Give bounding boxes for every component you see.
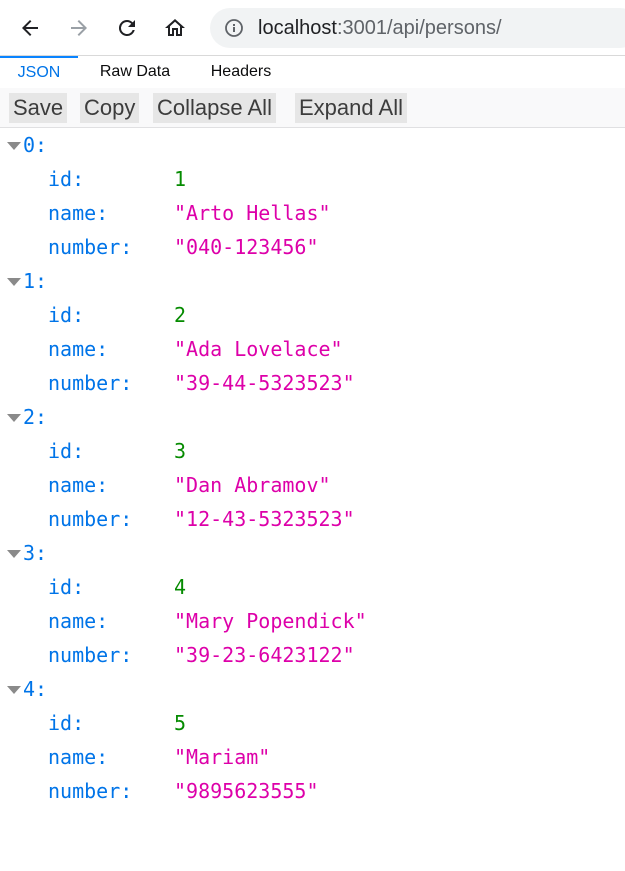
array-index: 4: bbox=[23, 677, 48, 701]
url-path: :3001/api/persons/ bbox=[336, 17, 502, 39]
key-name: name: bbox=[48, 201, 109, 225]
value-name: "Dan Abramov" bbox=[174, 473, 331, 497]
value-id: 3 bbox=[174, 439, 187, 463]
value-number: "040-123456" bbox=[174, 235, 319, 259]
value-number: "9895623555" bbox=[174, 779, 319, 803]
collapse-triangle-icon[interactable] bbox=[7, 142, 21, 150]
forward-arrow-icon bbox=[71, 20, 87, 36]
value-name: "Ada Lovelace" bbox=[174, 337, 343, 361]
key-id: id: bbox=[48, 167, 85, 191]
key-id: id: bbox=[48, 711, 85, 735]
key-name: name: bbox=[48, 473, 109, 497]
info-icon[interactable] bbox=[224, 18, 244, 38]
collapse-triangle-icon[interactable] bbox=[7, 278, 21, 286]
value-id: 5 bbox=[174, 711, 187, 735]
collapse-triangle-icon[interactable] bbox=[7, 686, 21, 694]
array-index: 2: bbox=[23, 405, 48, 429]
reload-icon bbox=[118, 19, 135, 36]
address-bar[interactable]: localhost:3001/api/persons/ bbox=[210, 8, 625, 48]
collapse-all-button[interactable]: Collapse All bbox=[153, 93, 276, 123]
back-button[interactable] bbox=[12, 10, 48, 46]
value-id: 1 bbox=[174, 167, 187, 191]
reload-button[interactable] bbox=[109, 10, 145, 46]
key-number: number: bbox=[48, 235, 133, 259]
tab-json[interactable]: JSON bbox=[0, 56, 78, 87]
viewer-tabs: JSON Raw Data Headers bbox=[0, 56, 625, 88]
key-id: id: bbox=[48, 575, 85, 599]
collapse-triangle-icon[interactable] bbox=[7, 414, 21, 422]
value-name: "Arto Hellas" bbox=[174, 201, 331, 225]
array-index: 1: bbox=[23, 269, 48, 293]
value-name: "Mariam" bbox=[174, 745, 271, 769]
key-name: name: bbox=[48, 337, 109, 361]
key-number: number: bbox=[48, 779, 133, 803]
value-number: "39-44-5323523" bbox=[174, 371, 355, 395]
value-number: "39-23-6423122" bbox=[174, 643, 355, 667]
array-index: 3: bbox=[23, 541, 48, 565]
value-id: 4 bbox=[174, 575, 187, 599]
key-number: number: bbox=[48, 643, 133, 667]
home-button[interactable] bbox=[157, 10, 193, 46]
key-id: id: bbox=[48, 439, 85, 463]
value-name: "Mary Popendick" bbox=[174, 609, 367, 633]
key-number: number: bbox=[48, 507, 133, 531]
array-index: 0: bbox=[23, 133, 48, 157]
browser-toolbar: localhost:3001/api/persons/ bbox=[0, 0, 625, 56]
home-icon bbox=[165, 19, 185, 36]
key-number: number: bbox=[48, 371, 133, 395]
collapse-triangle-icon[interactable] bbox=[7, 550, 21, 558]
expand-all-button[interactable]: Expand All bbox=[295, 93, 407, 123]
tab-raw-data[interactable]: Raw Data bbox=[84, 56, 186, 87]
value-id: 2 bbox=[174, 303, 187, 327]
save-button[interactable]: Save bbox=[9, 93, 68, 123]
key-id: id: bbox=[48, 303, 85, 327]
url-text: localhost:3001/api/persons/ bbox=[258, 17, 502, 39]
back-arrow-icon bbox=[22, 20, 38, 36]
forward-button[interactable] bbox=[61, 10, 97, 46]
json-toolbar: Save Copy Collapse All Expand All bbox=[0, 88, 625, 128]
key-name: name: bbox=[48, 745, 109, 769]
key-name: name: bbox=[48, 609, 109, 633]
url-host: localhost bbox=[258, 17, 337, 39]
value-number: "12-43-5323523" bbox=[174, 507, 355, 531]
tab-headers[interactable]: Headers bbox=[194, 56, 288, 87]
copy-button[interactable]: Copy bbox=[80, 93, 140, 123]
page: localhost:3001/api/persons/ JSON Raw Dat… bbox=[0, 0, 625, 871]
